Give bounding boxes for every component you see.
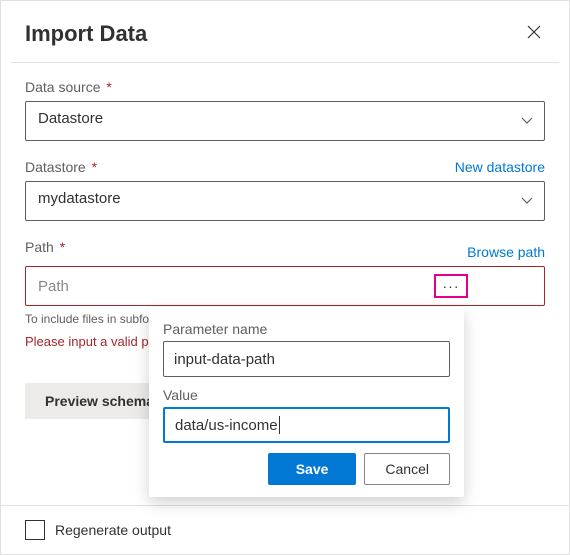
regenerate-label: Regenerate output	[55, 522, 171, 538]
data-source-label: Data source *	[25, 79, 112, 95]
more-options-button[interactable]: ···	[434, 274, 468, 298]
data-source-value: Datastore	[25, 101, 545, 141]
text-cursor	[279, 416, 280, 434]
path-label: Path *	[25, 239, 65, 255]
param-name-input[interactable]	[163, 341, 450, 377]
close-button[interactable]	[523, 19, 545, 48]
cancel-button[interactable]: Cancel	[364, 453, 450, 485]
datastore-select[interactable]: mydatastore	[25, 181, 545, 221]
datastore-label: Datastore *	[25, 159, 97, 175]
param-name-label: Parameter name	[163, 321, 450, 337]
value-input[interactable]: data/us-income	[163, 407, 450, 443]
new-datastore-link[interactable]: New datastore	[455, 159, 545, 175]
data-source-select[interactable]: Datastore	[25, 101, 545, 141]
value-label: Value	[163, 387, 450, 403]
regenerate-checkbox[interactable]	[25, 520, 45, 540]
parameter-popup: Parameter name Value data/us-income Save…	[149, 307, 464, 497]
browse-path-link[interactable]: Browse path	[467, 244, 545, 260]
dialog-title: Import Data	[25, 21, 147, 47]
datastore-value: mydatastore	[25, 181, 545, 221]
close-icon	[527, 25, 541, 39]
save-button[interactable]: Save	[268, 453, 357, 485]
